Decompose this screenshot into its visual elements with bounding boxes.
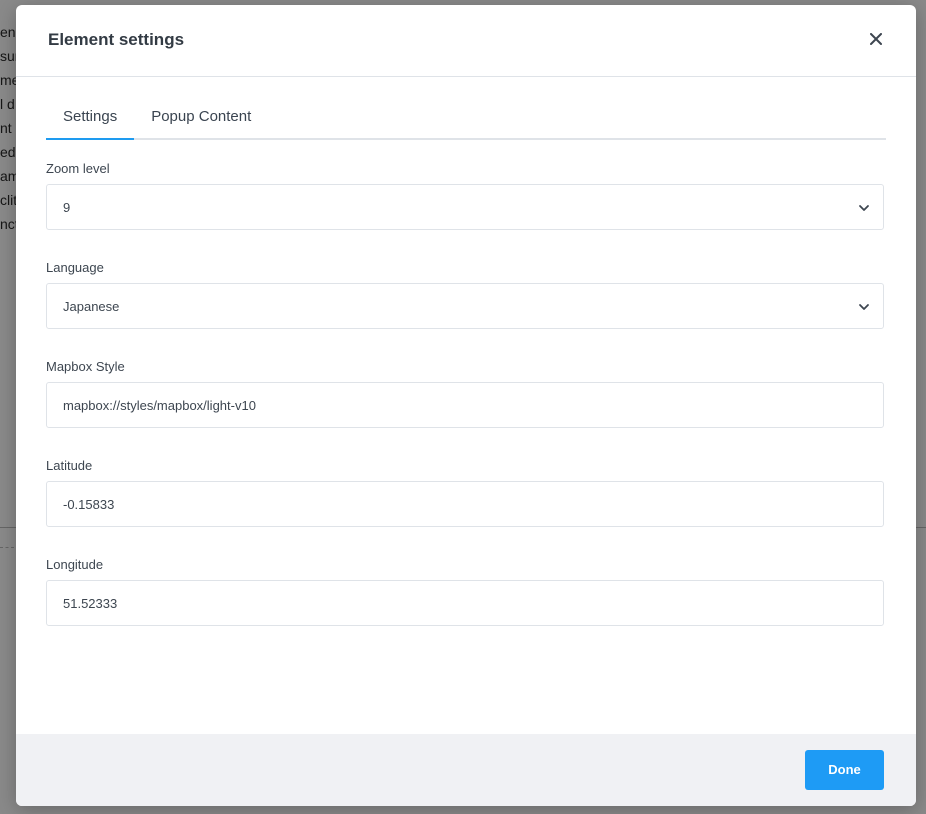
language-field: Language Japanese <box>46 259 886 329</box>
language-value: Japanese <box>63 299 120 314</box>
close-icon <box>870 33 882 45</box>
latitude-value: -0.15833 <box>63 497 115 512</box>
zoom-level-select[interactable]: 9 <box>46 184 884 230</box>
zoom-level-field: Zoom level 9 <box>46 160 886 230</box>
tab-popup-content[interactable]: Popup Content <box>134 101 268 138</box>
latitude-field: Latitude -0.15833 <box>46 457 886 527</box>
chevron-down-icon <box>859 304 869 310</box>
mapbox-style-label: Mapbox Style <box>46 359 125 374</box>
longitude-field: Longitude 51.52333 <box>46 556 886 626</box>
element-settings-modal: Element settings Settings Popup Content … <box>16 5 916 806</box>
chevron-down-icon <box>859 205 869 211</box>
modal-title: Element settings <box>48 30 185 49</box>
mapbox-style-field: Mapbox Style mapbox://styles/mapbox/ligh… <box>46 358 886 428</box>
longitude-value: 51.52333 <box>63 596 118 611</box>
latitude-label: Latitude <box>46 458 93 473</box>
done-button[interactable]: Done <box>805 750 884 790</box>
zoom-level-label: Zoom level <box>46 161 110 176</box>
mapbox-style-input[interactable]: mapbox://styles/mapbox/light-v10 <box>46 382 884 428</box>
longitude-label: Longitude <box>46 557 104 572</box>
language-label: Language <box>46 260 104 275</box>
latitude-input[interactable]: -0.15833 <box>46 481 884 527</box>
zoom-level-value: 9 <box>63 200 71 215</box>
tab-bar: Settings Popup Content <box>46 101 886 140</box>
modal-body: Settings Popup Content Zoom level 9 Lang… <box>16 101 916 626</box>
close-button[interactable] <box>866 29 886 49</box>
mapbox-style-value: mapbox://styles/mapbox/light-v10 <box>63 398 256 413</box>
tab-settings[interactable]: Settings <box>46 101 135 140</box>
longitude-input[interactable]: 51.52333 <box>46 580 884 626</box>
modal-header: Element settings <box>16 5 916 77</box>
modal-footer: Done <box>16 734 916 806</box>
language-select[interactable]: Japanese <box>46 283 884 329</box>
